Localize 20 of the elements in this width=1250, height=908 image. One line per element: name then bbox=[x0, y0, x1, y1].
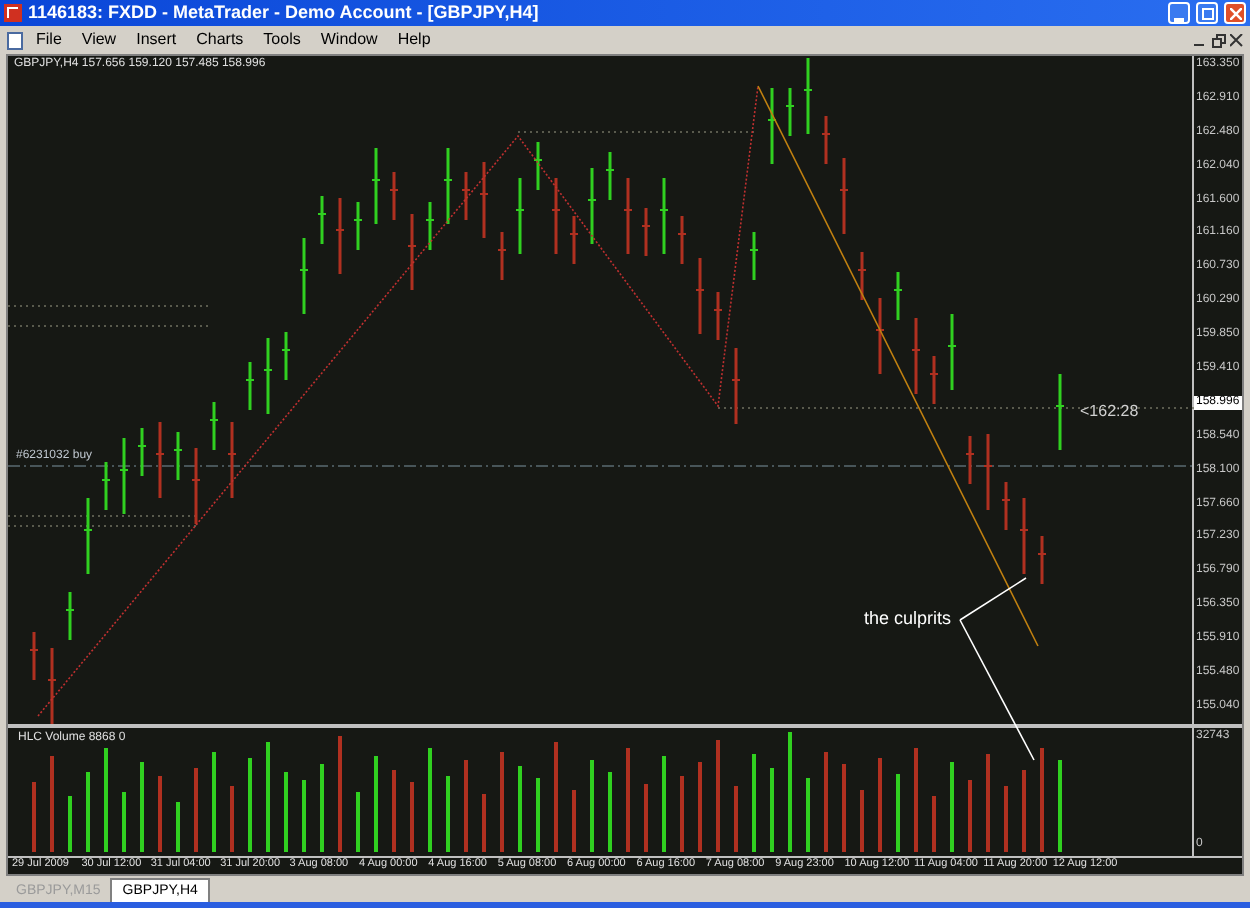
menu-item[interactable]: Insert bbox=[128, 32, 185, 48]
maximize-button[interactable] bbox=[1196, 2, 1218, 24]
menu-item[interactable]: Help bbox=[389, 32, 439, 48]
menu-item[interactable]: Tools bbox=[255, 32, 309, 48]
menu-item[interactable]: Charts bbox=[188, 32, 252, 48]
app-icon bbox=[4, 4, 22, 22]
maximize-icon bbox=[1201, 7, 1213, 19]
close-icon[interactable] bbox=[1230, 33, 1244, 47]
minimize-button[interactable] bbox=[1168, 2, 1190, 24]
close-button[interactable] bbox=[1224, 2, 1246, 24]
menu-item[interactable]: Window bbox=[312, 32, 386, 48]
window-title: 1146183: FXDD - MetaTrader - Demo Account - [GBPJPY,H4] bbox=[28, 4, 541, 22]
document-icon bbox=[6, 31, 24, 49]
bar-timer: <162:28 bbox=[1080, 404, 1139, 420]
annotation-text: the culprits bbox=[864, 610, 952, 628]
menu-item[interactable]: View bbox=[73, 32, 125, 48]
menu-item[interactable]: File bbox=[28, 32, 70, 48]
close-icon bbox=[1229, 7, 1241, 19]
restore-icon[interactable] bbox=[1212, 33, 1226, 47]
minimize-icon bbox=[1174, 18, 1184, 22]
